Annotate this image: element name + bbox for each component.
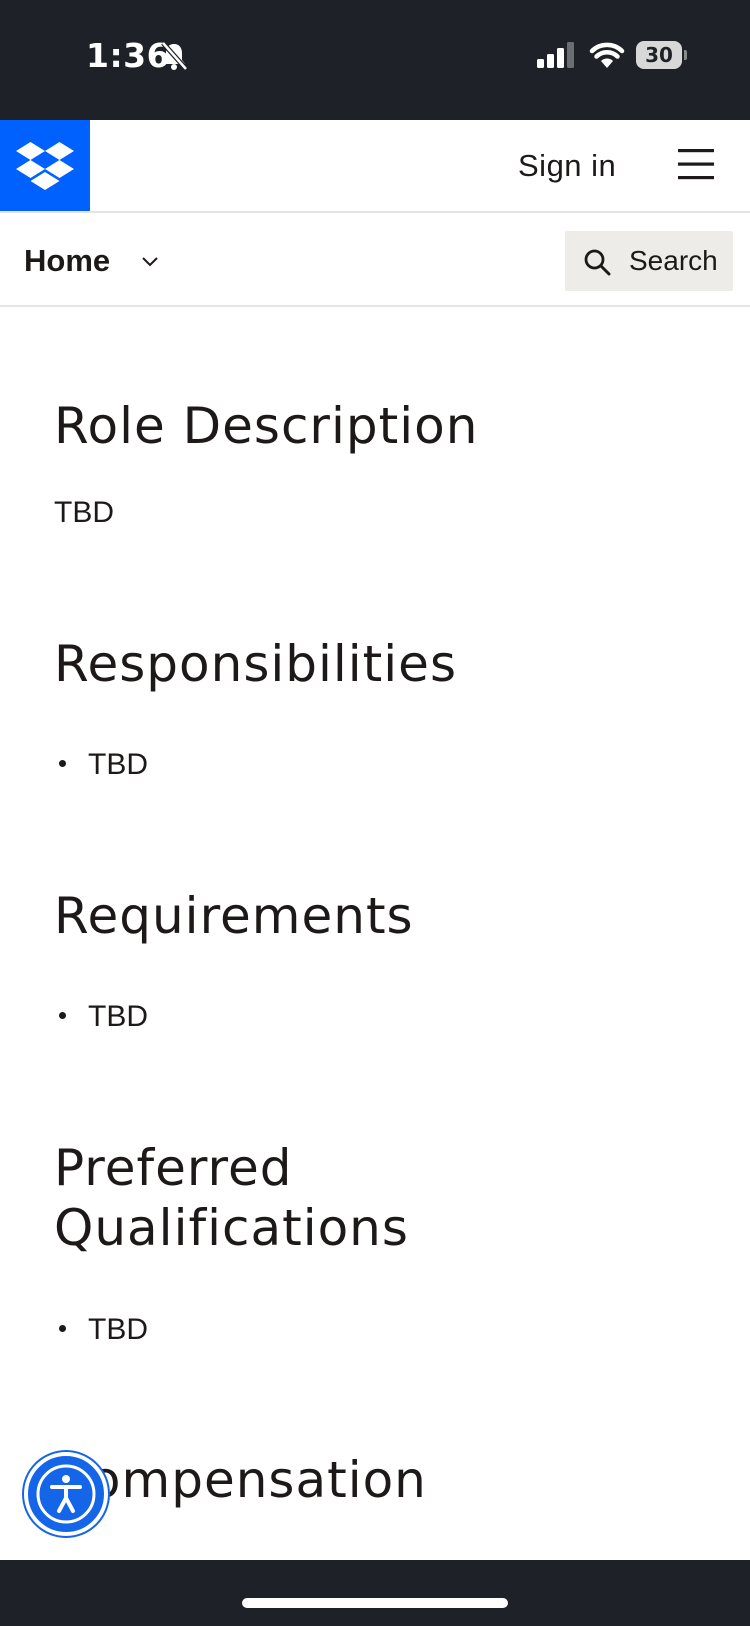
status-time: 1:36 (86, 36, 171, 75)
top-navigation: Sign in (0, 120, 750, 213)
battery-cap (684, 50, 687, 60)
sign-in-link[interactable]: Sign in (518, 148, 616, 184)
cellular-signal-icon (537, 42, 574, 68)
battery-level: 30 (636, 41, 682, 69)
bell-slash-icon (161, 41, 188, 71)
search-icon (584, 249, 611, 276)
bullet-dot (59, 1324, 66, 1332)
bullet-dot (59, 1011, 66, 1019)
title-line: Preferred (54, 1139, 293, 1197)
accessibility-button[interactable] (24, 1452, 108, 1536)
title-line: Qualifications (54, 1199, 409, 1257)
section-title-compensation: Compensation (54, 1451, 427, 1509)
list-item-text: TBD (88, 1313, 148, 1346)
hamburger-menu-icon[interactable] (678, 147, 714, 181)
bullet-dot (59, 759, 66, 767)
status-bar: 1:36 30 (0, 0, 750, 120)
role-description-text: TBD (54, 496, 114, 529)
list-item-text: TBD (88, 1000, 148, 1033)
home-indicator[interactable] (242, 1598, 508, 1608)
section-title-requirements: Requirements (54, 887, 414, 945)
battery-icon: 30 (636, 41, 687, 69)
search-button[interactable]: Search (565, 231, 733, 291)
sub-navigation: Home Search (0, 213, 750, 307)
section-title-role-description: Role Description (54, 397, 479, 455)
home-dropdown-label[interactable]: Home (24, 243, 110, 279)
dropbox-logo-icon[interactable] (0, 120, 90, 211)
list-item: TBD (54, 1000, 148, 1034)
home-indicator-area (0, 1560, 750, 1626)
wifi-icon (589, 42, 625, 68)
chevron-down-icon[interactable] (141, 256, 159, 268)
list-item: TBD (54, 748, 148, 782)
dropbox-logo-glyph (16, 142, 74, 190)
section-title-preferred-qualifications: Preferred Qualifications (54, 1138, 409, 1258)
accessibility-icon (36, 1464, 96, 1524)
list-item: TBD (54, 1313, 148, 1347)
list-item-text: TBD (88, 748, 148, 781)
section-title-responsibilities: Responsibilities (54, 635, 457, 693)
search-label: Search (629, 245, 718, 276)
